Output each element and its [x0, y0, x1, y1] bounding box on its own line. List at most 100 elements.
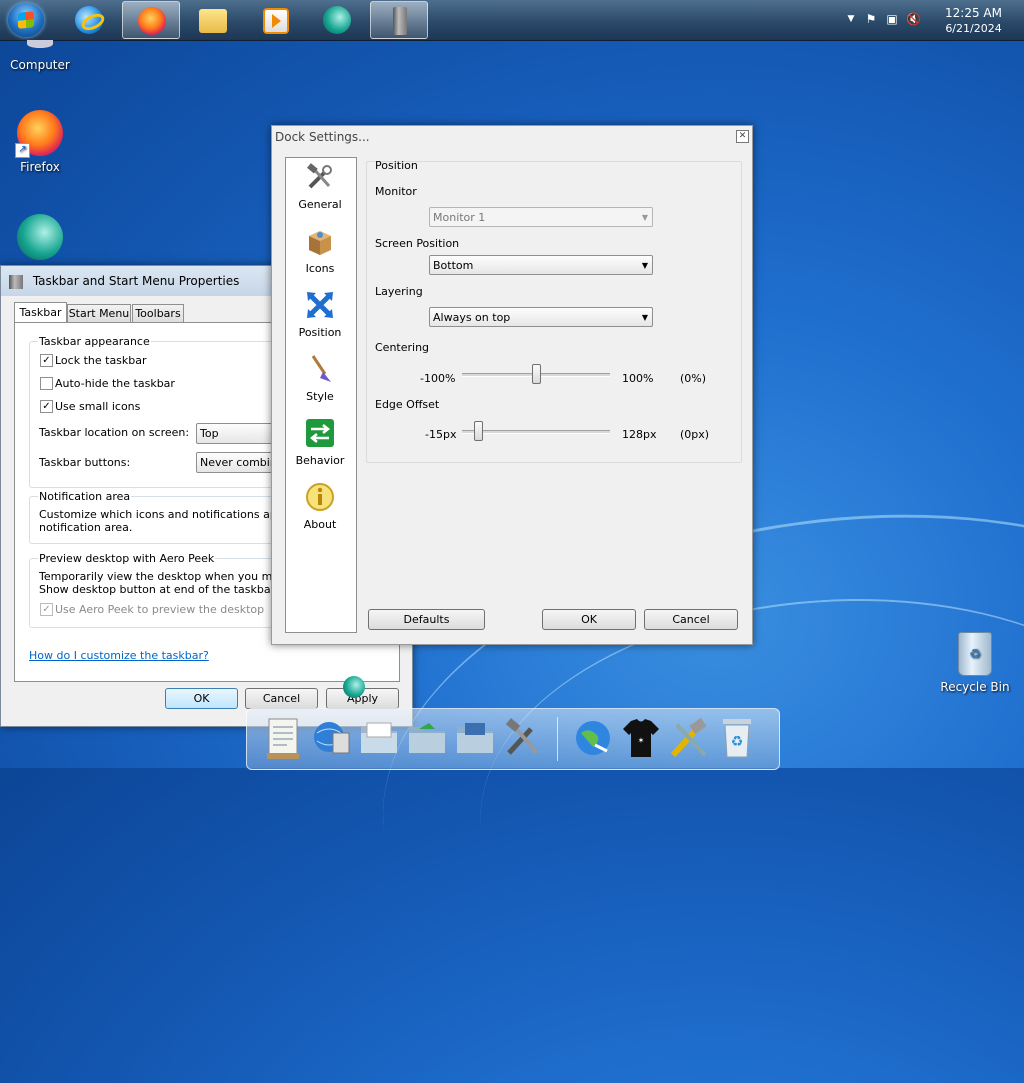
- aero-peek-text: Temporarily view the desktop when you mo…: [39, 570, 310, 583]
- file-explorer-icon: [199, 9, 227, 33]
- help-link[interactable]: How do I customize the taskbar?: [29, 649, 209, 662]
- ok-button[interactable]: OK: [165, 688, 238, 709]
- sidebar-item-general[interactable]: General: [286, 162, 354, 211]
- media-player-icon: [263, 8, 289, 34]
- screen-position-value: Bottom: [433, 259, 474, 272]
- network-globe-icon: [314, 722, 350, 754]
- system-clock[interactable]: 12:25 AM 6/21/2024: [945, 5, 1002, 37]
- cancel-button[interactable]: Cancel: [644, 609, 738, 630]
- dock-bar: ✶ ♻: [246, 708, 780, 770]
- tab-start-menu[interactable]: Start Menu: [67, 304, 131, 323]
- layering-select[interactable]: Always on top ▼: [429, 307, 653, 327]
- taskbar-properties-icon: [9, 274, 23, 289]
- close-icon[interactable]: ✕: [736, 130, 749, 143]
- dock-item-tshirt[interactable]: ✶: [619, 715, 663, 761]
- edge-offset-slider-thumb[interactable]: [473, 421, 483, 441]
- dock-item-green-folder[interactable]: [405, 715, 449, 761]
- dock-item-globe[interactable]: [571, 715, 615, 761]
- tab-toolbars[interactable]: Toolbars: [132, 304, 184, 323]
- notepad-icon: [267, 718, 299, 759]
- dock-item-tools[interactable]: [501, 715, 545, 761]
- centering-slider-thumb[interactable]: [532, 364, 541, 384]
- notification-text: Customize which icons and notifications …: [39, 508, 309, 521]
- start-button[interactable]: [8, 3, 44, 37]
- sidebar-item-icons[interactable]: Icons: [286, 226, 354, 275]
- ok-button[interactable]: OK: [542, 609, 636, 630]
- paintbrush-icon: [311, 355, 331, 382]
- shortcut-arrow-icon: ↗: [15, 143, 30, 158]
- desktop-icon-recycle-bin[interactable]: ♻ Recycle Bin: [935, 630, 1015, 694]
- chevron-down-icon: ▼: [641, 261, 648, 270]
- show-hidden-icons-icon[interactable]: ▼: [844, 12, 858, 26]
- window-title: Taskbar and Start Menu Properties: [32, 274, 240, 288]
- group-heading: Taskbar appearance: [38, 335, 151, 348]
- monitor-select[interactable]: Monitor 1 ▼: [429, 207, 653, 227]
- taskbar-internet-explorer[interactable]: [60, 1, 118, 39]
- screen-position-select[interactable]: Bottom ▼: [429, 255, 653, 275]
- sidebar-item-behavior[interactable]: Behavior: [286, 418, 354, 467]
- defaults-button[interactable]: Defaults: [368, 609, 485, 630]
- chevron-down-icon: ▼: [641, 213, 648, 222]
- svg-text:♻: ♻: [731, 734, 744, 750]
- small-icons-checkbox[interactable]: ✓: [40, 400, 53, 413]
- sidebar-item-label: About: [303, 518, 337, 531]
- recycle-icon: ♻: [723, 719, 751, 758]
- tab-taskbar[interactable]: Taskbar: [14, 302, 67, 323]
- aero-peek-label: Use Aero Peek to preview the desktop: [55, 603, 265, 616]
- desktop-icon-firefox[interactable]: ↗ Firefox: [0, 110, 80, 174]
- system-tray: ▼ ⚑ ▣ 🔇 12:25 AM 6/21/2024: [834, 0, 1024, 40]
- sidebar-item-about[interactable]: About: [286, 482, 354, 531]
- dock-item-recycle-bin[interactable]: ♻: [715, 715, 759, 761]
- app-teal-icon: [17, 214, 63, 260]
- tools-icon: [505, 718, 539, 755]
- chevron-down-icon: ▼: [641, 313, 648, 322]
- taskbar-dock-settings[interactable]: [370, 1, 428, 39]
- action-center-flag-icon[interactable]: ⚑: [864, 12, 878, 26]
- dock-item-network[interactable]: [309, 715, 353, 761]
- monitor-label: Monitor: [375, 185, 417, 198]
- aero-peek-text: Show desktop button at end of the taskba…: [39, 583, 278, 596]
- dock-item-settings-tools[interactable]: [667, 715, 711, 761]
- volume-muted-icon[interactable]: 🔇: [906, 12, 921, 26]
- desktop-icon-label: Recycle Bin: [940, 680, 1010, 694]
- dock-item-notepad[interactable]: [261, 715, 305, 761]
- recycle-bin-icon: ♻: [952, 630, 998, 676]
- sidebar-item-label: Style: [306, 390, 334, 403]
- auto-hide-checkbox[interactable]: [40, 377, 53, 390]
- edge-offset-slider-track[interactable]: [462, 430, 610, 434]
- taskbar-teal-app[interactable]: [308, 1, 366, 39]
- sidebar-item-label: Icons: [305, 262, 335, 275]
- dock-item-blue-folder[interactable]: [453, 715, 497, 761]
- desktop-icon-teal-app[interactable]: [0, 214, 80, 264]
- move-arrows-icon: [307, 292, 333, 318]
- centering-value-label: (0%): [680, 372, 707, 385]
- dock-item-folder[interactable]: [357, 715, 401, 761]
- cancel-button[interactable]: Cancel: [245, 688, 318, 709]
- sidebar-item-label: General: [298, 198, 342, 211]
- taskbar-firefox[interactable]: [122, 1, 180, 39]
- app-teal-icon: [343, 676, 365, 698]
- aero-peek-checkbox[interactable]: ✓: [40, 603, 53, 616]
- sidebar-item-position[interactable]: Position: [286, 290, 354, 339]
- firefox-icon: ↗: [15, 110, 63, 158]
- taskbar-media-player[interactable]: [246, 1, 304, 39]
- network-icon[interactable]: ▣: [885, 12, 899, 26]
- folder-icon: [361, 722, 397, 753]
- taskbar-file-explorer[interactable]: [184, 1, 242, 39]
- window-title-bar[interactable]: Dock Settings... ✕: [272, 126, 752, 148]
- desktop-icon-computer[interactable]: Computer: [0, 40, 80, 72]
- globe-icon: [576, 721, 610, 755]
- folder-green-icon: [409, 723, 445, 753]
- centering-max-label: 100%: [622, 372, 654, 385]
- edge-offset-min-label: -15px: [425, 428, 457, 441]
- small-icons-label: Use small icons: [55, 400, 141, 413]
- window-title: Dock Settings...: [275, 130, 370, 144]
- sidebar-item-style[interactable]: Style: [286, 354, 354, 403]
- tools-icon: [307, 163, 332, 189]
- dock-settings-icon: [393, 7, 407, 35]
- layering-value: Always on top: [433, 311, 511, 324]
- dock-separator: [557, 717, 558, 761]
- app-teal-icon: [323, 6, 351, 34]
- lock-taskbar-checkbox[interactable]: ✓: [40, 354, 53, 367]
- edge-offset-label: Edge Offset: [375, 398, 440, 411]
